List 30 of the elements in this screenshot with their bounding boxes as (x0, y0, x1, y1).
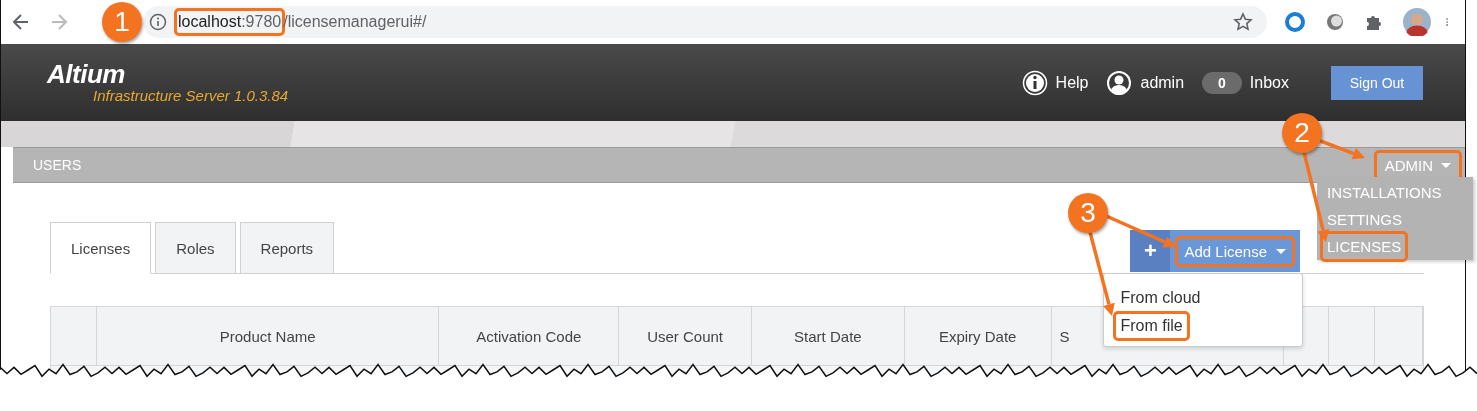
column-header: Start Date (794, 327, 862, 345)
menu-item[interactable]: From cloud (1116, 286, 1205, 310)
ring-icon[interactable] (1283, 10, 1307, 34)
add-button[interactable]: + (1130, 230, 1171, 272)
avatar-icon[interactable] (1403, 8, 1431, 36)
back-icon[interactable] (11, 12, 31, 32)
info-icon[interactable] (1021, 69, 1048, 96)
caret-icon (1276, 248, 1286, 254)
column-header: S (1059, 327, 1070, 345)
column-header: Activation Code (476, 327, 582, 345)
info-icon (149, 13, 167, 31)
column-header: Product Name (219, 327, 316, 345)
logo: Altium (47, 61, 126, 87)
url-text: :9780 (241, 13, 282, 31)
help-link[interactable]: Help (1055, 73, 1089, 92)
section-title: USERS (33, 157, 82, 173)
column-header: Expiry Date (938, 327, 1017, 345)
menu-item[interactable]: From file (1116, 314, 1187, 338)
product-version: Infrastructure Server 1.0.3.84 (93, 87, 289, 104)
inbox-count: 0 (1202, 71, 1242, 94)
column-header: User Count (647, 327, 723, 345)
caret-icon (1441, 162, 1451, 168)
inbox-link[interactable]: Inbox (1249, 73, 1289, 92)
url-text: localhost (178, 13, 242, 31)
tab[interactable]: Reports (239, 222, 335, 274)
tab[interactable]: Licenses (50, 222, 152, 274)
user-icon[interactable] (1106, 69, 1133, 96)
star-icon[interactable] (1233, 12, 1253, 32)
tab[interactable]: Roles (155, 222, 236, 274)
user-name[interactable]: admin (1140, 73, 1185, 92)
